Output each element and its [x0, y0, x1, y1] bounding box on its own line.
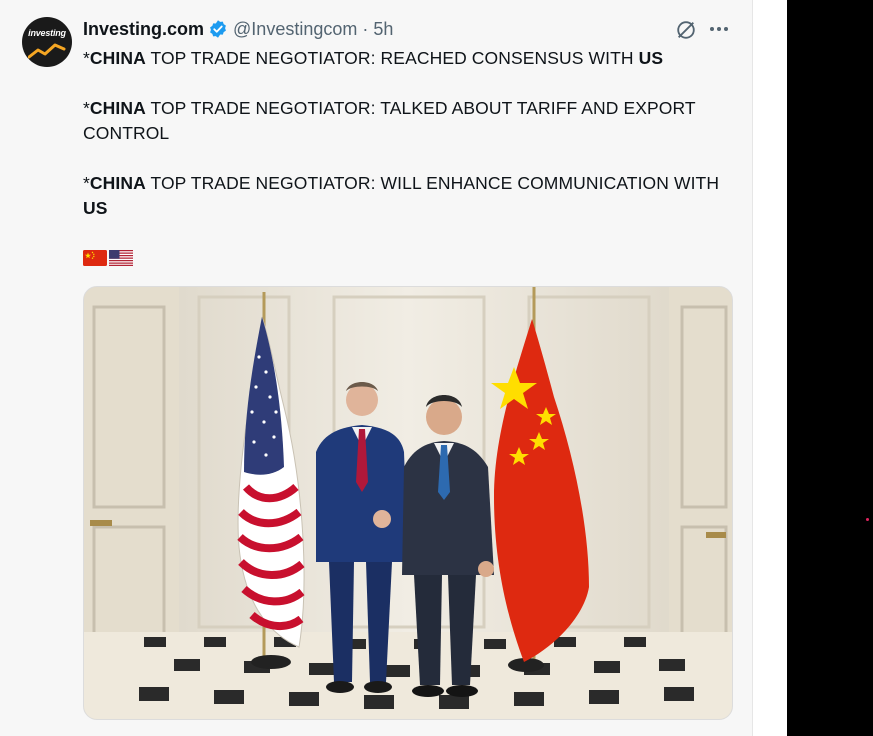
handle[interactable]: @Investingcom — [233, 19, 357, 40]
tweet-photo[interactable] — [83, 286, 733, 720]
timeline: investing Investing.com @Investingcom · … — [0, 0, 752, 736]
separator-dot: · — [362, 18, 369, 39]
tweet-header: Investing.com @Investingcom · 5h — [83, 17, 393, 41]
china-flag-icon — [83, 250, 107, 266]
tweet-line-1: *CHINA TOP TRADE NEGOTIATOR: REACHED CON… — [83, 48, 664, 68]
more-options-icon[interactable] — [708, 22, 730, 36]
photo-illustration — [84, 287, 732, 719]
grok-icon[interactable] — [675, 19, 697, 41]
timeline-border — [752, 0, 753, 736]
tweet-line-3: *CHINA TOP TRADE NEGOTIATOR: WILL ENHANC… — [83, 173, 720, 218]
tweet-text: *CHINA TOP TRADE NEGOTIATOR: REACHED CON… — [83, 46, 733, 246]
screen: investing Investing.com @Investingcom · … — [0, 0, 873, 736]
us-flag-icon — [109, 250, 133, 266]
timestamp[interactable]: 5h — [373, 19, 393, 40]
display-name[interactable]: Investing.com — [83, 19, 204, 40]
avatar-brand-text: investing — [28, 28, 66, 38]
black-margin — [787, 0, 873, 736]
flag-emojis — [83, 250, 133, 266]
cursor-dot — [866, 518, 869, 521]
tweet[interactable]: investing Investing.com @Investingcom · … — [0, 0, 752, 736]
trend-line-icon — [28, 43, 66, 59]
verified-badge-icon — [210, 20, 226, 38]
avatar[interactable]: investing — [22, 17, 72, 67]
tweet-line-2: *CHINA TOP TRADE NEGOTIATOR: TALKED ABOU… — [83, 98, 696, 143]
